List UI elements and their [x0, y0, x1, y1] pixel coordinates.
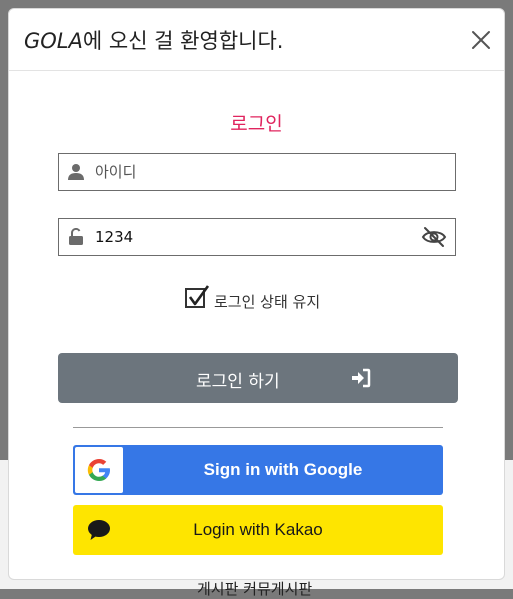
- password-visibility-toggle[interactable]: [421, 226, 447, 248]
- username-input[interactable]: [95, 154, 415, 190]
- remember-label: 로그인 상태 유지: [214, 293, 321, 311]
- sign-in-icon: [352, 368, 371, 388]
- username-field[interactable]: [58, 153, 456, 191]
- google-signin-label: Sign in with Google: [203, 460, 363, 479]
- login-submit-button[interactable]: 로그인 하기: [58, 353, 458, 403]
- modal-header: GOLA에 오신 걸 환영합니다.: [9, 9, 504, 71]
- unlock-icon: [69, 228, 83, 245]
- password-field[interactable]: [58, 218, 456, 256]
- login-heading: 로그인: [230, 113, 283, 135]
- password-input[interactable]: [95, 219, 415, 255]
- kakao-login-label: Login with Kakao: [193, 520, 323, 539]
- google-g-icon: [87, 459, 110, 481]
- brand-name: GOLA: [24, 29, 83, 53]
- remember-checkbox[interactable]: [185, 285, 210, 308]
- login-modal: GOLA에 오신 걸 환영합니다. 로그인 아이디 1234 로그인 상태 유지…: [8, 8, 505, 580]
- eye-slash-icon: [421, 227, 447, 247]
- close-icon: [472, 31, 490, 49]
- modal-title: GOLA에 오신 걸 환영합니다.: [24, 25, 283, 55]
- google-signin-button[interactable]: Sign in with Google: [73, 445, 443, 495]
- close-button[interactable]: [470, 29, 492, 51]
- checkmark-icon: [188, 285, 210, 306]
- kakao-login-button[interactable]: Login with Kakao: [73, 505, 443, 555]
- social-divider: [73, 427, 443, 428]
- user-icon: [68, 164, 84, 180]
- welcome-text: 에 오신 걸 환영합니다.: [82, 29, 284, 53]
- login-submit-label: 로그인 하기: [196, 372, 280, 392]
- google-logo-box: [75, 447, 123, 493]
